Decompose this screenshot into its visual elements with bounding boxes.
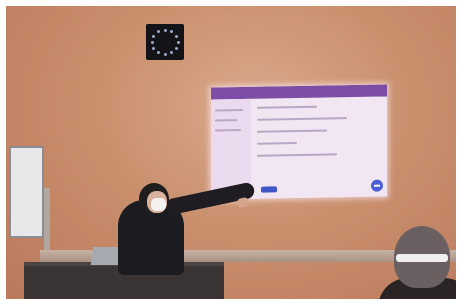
projected-blue-button — [261, 186, 277, 193]
clock-mark — [152, 34, 156, 38]
wall-clock — [146, 24, 184, 60]
projected-text-line — [257, 129, 327, 133]
clock-mark — [157, 30, 160, 34]
clock-mark — [163, 28, 167, 32]
whiteboard — [9, 146, 44, 238]
clock-mark — [152, 46, 156, 50]
clock-mark — [170, 30, 173, 34]
projected-text-line — [257, 117, 347, 121]
whiteboard-stand — [44, 188, 50, 256]
projected-text-line — [257, 142, 297, 145]
clock-mark — [174, 46, 178, 50]
clock-mark — [176, 40, 180, 44]
projected-sidebar-line — [215, 119, 237, 122]
projected-fab-button — [371, 179, 383, 192]
clock-mark — [157, 50, 160, 54]
projection-screen — [211, 84, 387, 200]
clock-mark — [174, 34, 178, 38]
face-mask — [151, 198, 166, 211]
projected-text-line — [257, 105, 317, 109]
projected-text-line — [257, 153, 337, 157]
projected-app-header — [211, 84, 387, 100]
audience-member-headband — [396, 254, 448, 262]
clock-mark — [163, 52, 167, 56]
clock-mark — [150, 40, 154, 44]
photo-scene — [0, 0, 462, 305]
clock-mark — [170, 50, 173, 54]
